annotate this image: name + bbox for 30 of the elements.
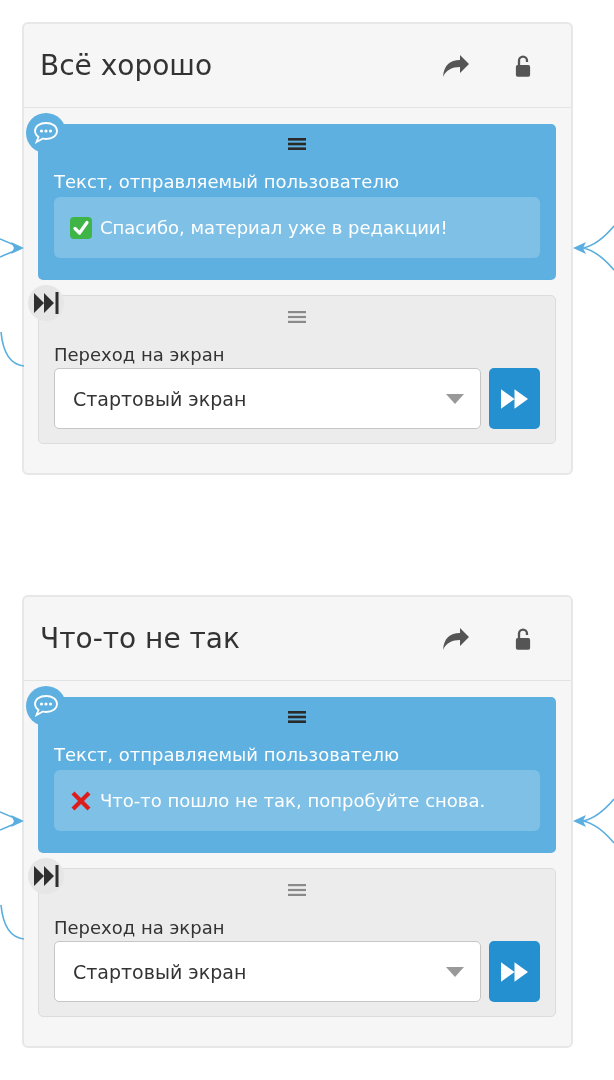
- field-label: Переход на экран: [54, 916, 226, 940]
- menu-icon[interactable]: [288, 311, 306, 323]
- curved-arrow-icon[interactable]: [443, 54, 469, 77]
- menu-icon[interactable]: [288, 884, 306, 896]
- connector-arrow: [0, 236, 24, 260]
- fast-forward-icon: [501, 961, 528, 982]
- connector-arrow: [573, 798, 614, 844]
- card-title: Что-то не так: [40, 621, 241, 656]
- connector-line: [0, 332, 24, 368]
- caret-icon: [446, 966, 464, 977]
- connector-arrow: [573, 225, 614, 271]
- screen-select[interactable]: Стартовый экран: [54, 368, 481, 429]
- padlock-icon[interactable]: [515, 627, 531, 650]
- screen-select[interactable]: Стартовый экран: [54, 941, 481, 1002]
- fast-forward-icon: [501, 388, 528, 409]
- padlock-icon[interactable]: [515, 54, 531, 77]
- check-mark-icon: [70, 216, 92, 239]
- connector-line: [0, 905, 24, 941]
- field-label: Текст, отправляемый пользователю: [54, 170, 401, 194]
- curved-arrow-icon[interactable]: [443, 627, 469, 650]
- caret-icon: [446, 393, 464, 404]
- card-title: Всё хорошо: [40, 48, 214, 83]
- fast-forward-button[interactable]: [489, 941, 540, 1002]
- connector-arrow: [0, 809, 24, 833]
- menu-icon[interactable]: [288, 138, 306, 150]
- cross-mark-icon: [70, 789, 92, 812]
- field-label: Переход на экран: [54, 343, 226, 367]
- field-label: Текст, отправляемый пользователю: [54, 743, 401, 767]
- fast-forward-button[interactable]: [489, 368, 540, 429]
- menu-icon[interactable]: [288, 711, 306, 723]
